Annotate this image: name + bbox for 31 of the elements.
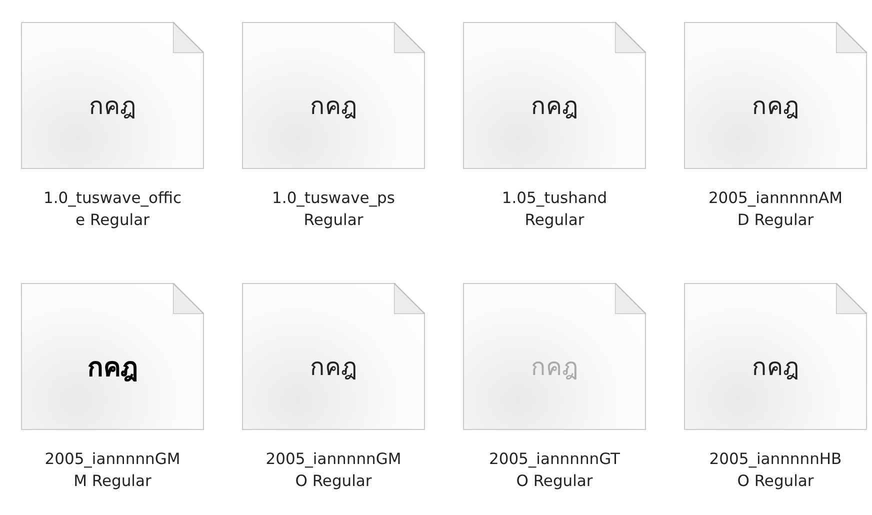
file-name[interactable]: 2005_iannnnnHB O Regular (709, 448, 842, 492)
font-file-icon[interactable]: กคฎ (242, 22, 425, 169)
folded-corner-icon (173, 283, 204, 314)
font-file-icon[interactable]: กคฎ (242, 283, 425, 430)
font-preview: กคฎ (88, 352, 138, 385)
font-file-icon[interactable]: กคฎ (463, 22, 646, 169)
folded-corner-icon (615, 283, 646, 314)
file-name[interactable]: 1.05_tushand Regular (502, 187, 608, 231)
file-name[interactable]: 2005_iannnnnGM O Regular (266, 448, 402, 492)
folded-corner-icon (394, 283, 425, 314)
file-name[interactable]: 2005_iannnnnAM D Regular (708, 187, 843, 231)
font-preview: กคฎ (310, 352, 357, 383)
font-file-icon[interactable]: กคฎ (684, 283, 867, 430)
font-file-icon[interactable]: กคฎ (21, 22, 204, 169)
font-preview: กคฎ (310, 91, 357, 122)
file-name[interactable]: 1.0_tuswave_ps Regular (272, 187, 395, 231)
file-name[interactable]: 2005_iannnnnGM M Regular (44, 448, 180, 492)
folded-corner-icon (615, 22, 646, 53)
font-preview: กคฎ (752, 352, 799, 383)
file-name[interactable]: 1.0_tuswave_offic e Regular (43, 187, 182, 231)
font-preview: กคฎ (89, 91, 136, 122)
font-preview: กคฎ (531, 91, 578, 122)
file-name[interactable]: 2005_iannnnnGT O Regular (488, 448, 620, 492)
folded-corner-icon (836, 22, 867, 53)
folded-corner-icon (836, 283, 867, 314)
folded-corner-icon (173, 22, 204, 53)
font-file-icon[interactable]: กคฎ (21, 283, 204, 430)
font-file-icon[interactable]: กคฎ (684, 22, 867, 169)
folded-corner-icon (394, 22, 425, 53)
font-preview: กคฎ (752, 91, 799, 122)
font-preview: กคฎ (531, 352, 578, 383)
